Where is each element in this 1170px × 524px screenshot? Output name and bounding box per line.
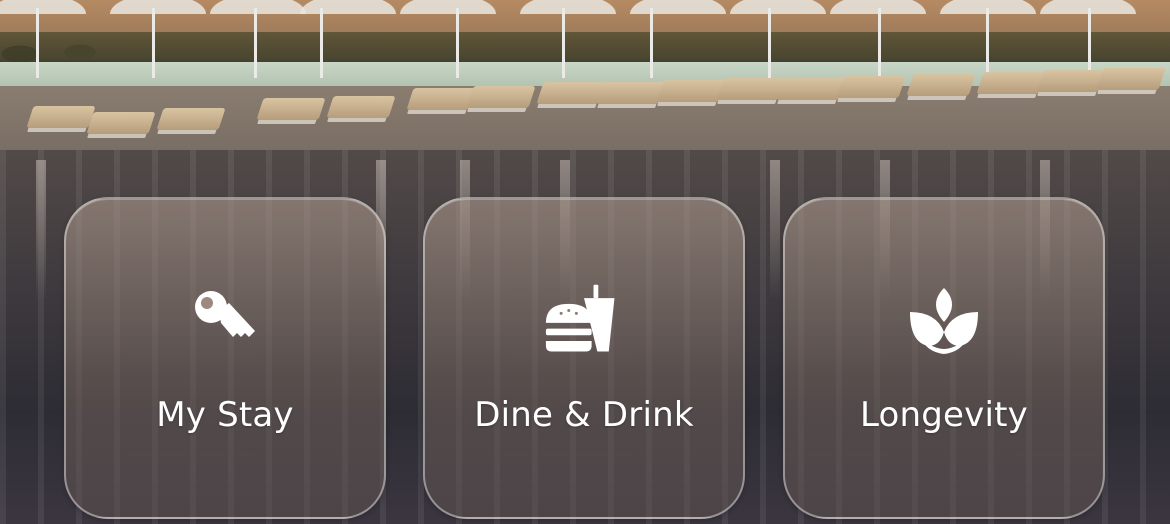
my-stay-label: My Stay <box>156 395 294 435</box>
burger-drink-icon <box>544 281 624 361</box>
lotus-icon <box>904 281 984 361</box>
dine-drink-label: Dine & Drink <box>474 395 694 435</box>
longevity-button[interactable]: Longevity <box>783 197 1105 519</box>
key-icon <box>185 281 265 361</box>
my-stay-button[interactable]: My Stay <box>64 197 386 519</box>
longevity-label: Longevity <box>859 395 1028 435</box>
quick-access-tiles: My Stay Dine & Drink Longevity <box>0 0 1170 524</box>
dine-drink-button[interactable]: Dine & Drink <box>423 197 745 519</box>
